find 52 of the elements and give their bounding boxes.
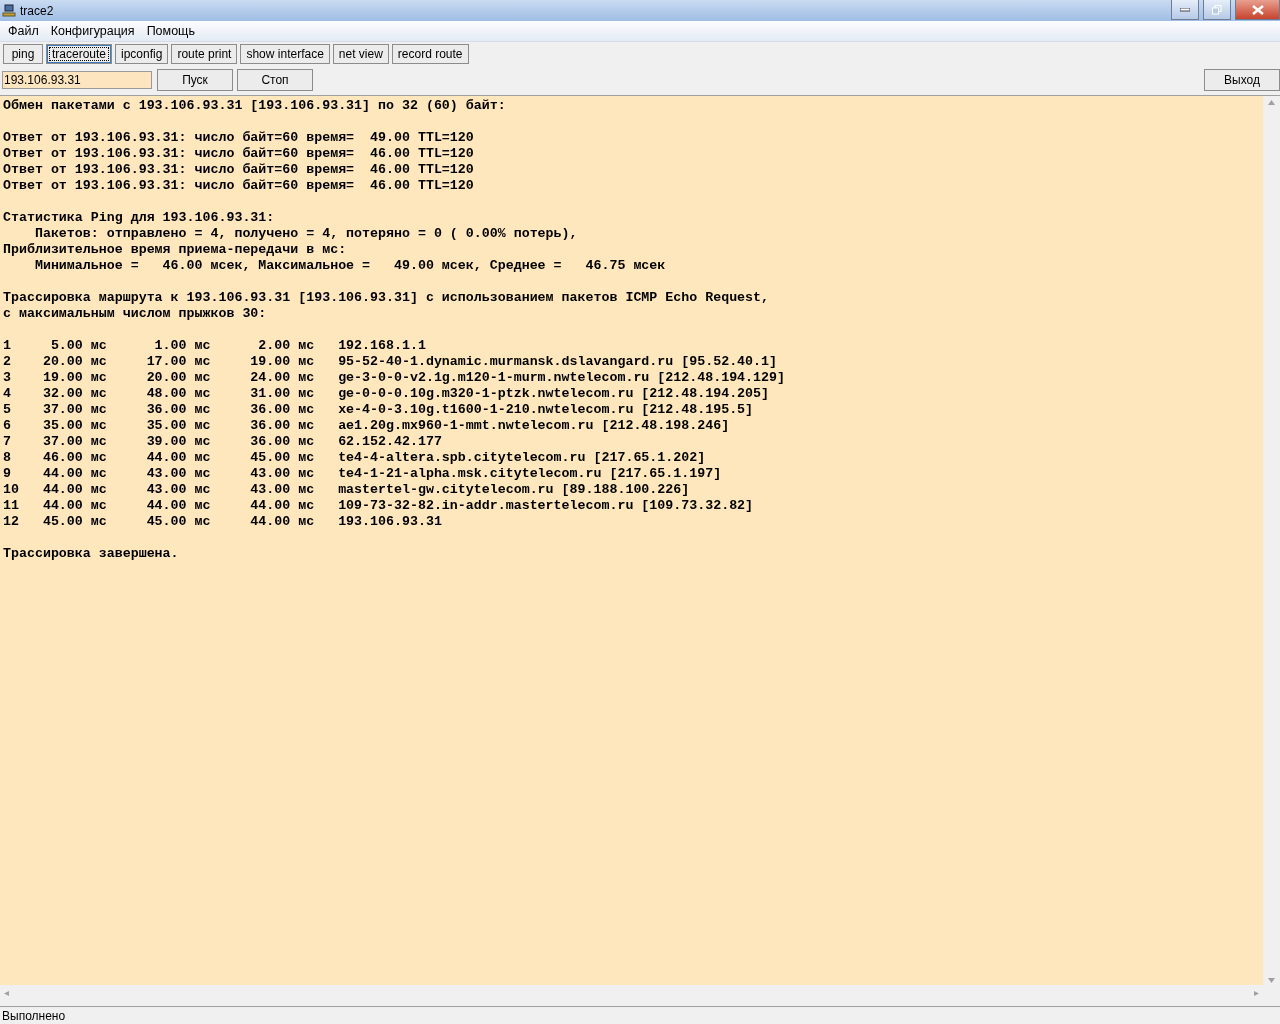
command-button[interactable]: ipconfig xyxy=(115,44,169,64)
status-text: Выполнено xyxy=(2,1008,66,1023)
command-button[interactable]: record route xyxy=(391,44,469,64)
output-line: 9 44.00 мс 43.00 мс 43.00 мс te4-1-21-alpha.msk.citytelecom.ru [217.65.1.197] xyxy=(3,466,723,482)
output-line: Ответ от 193.106.93.31: число байт=60 время= 46.00 TTL=120 xyxy=(3,146,475,162)
output-line: 1 5.00 мс 1.00 мс 2.00 мс 192.168.1.1 xyxy=(3,338,427,354)
output-line: Ответ от 193.106.93.31: число байт=60 время= 49.00 TTL=120 xyxy=(3,130,475,146)
output-line: с максимальным числом прыжков 30: xyxy=(3,306,268,322)
network-app-icon xyxy=(2,3,16,18)
start-button[interactable]: Пуск xyxy=(157,69,233,91)
command-button[interactable]: traceroute xyxy=(46,44,113,64)
output-line: Пакетов: отправлено = 4, получено = 4, потеряно = 0 ( 0.00% потерь), xyxy=(33,226,579,242)
scroll-up-icon[interactable] xyxy=(1268,100,1275,105)
command-button[interactable]: net view xyxy=(332,44,389,64)
output-line: Ответ от 193.106.93.31: число байт=60 время= 46.00 TTL=120 xyxy=(3,162,475,178)
command-button[interactable]: route print xyxy=(171,44,238,64)
output-line: Статистика Ping для 193.106.93.31: xyxy=(3,210,276,226)
output-line: 4 32.00 мс 48.00 мс 31.00 мс ge-0-0-0.10g.m320-1-ptzk.nwtelecom.ru [212.48.194.205] xyxy=(3,386,771,402)
window-title: trace2 xyxy=(20,3,55,18)
scroll-down-icon[interactable] xyxy=(1268,978,1275,983)
close-button[interactable] xyxy=(1235,0,1280,20)
command-button[interactable]: show interface xyxy=(240,44,330,64)
menu-item[interactable]: Помощь xyxy=(140,24,201,38)
minimize-button[interactable] xyxy=(1171,0,1199,20)
output-line: Трассировка завершена. xyxy=(3,546,180,562)
output-line: 3 19.00 мс 20.00 мс 24.00 мс ge-3-0-0-v2.1g.m120-1-murm.nwtelecom.ru [212.48.194.129] xyxy=(3,370,786,386)
menu-item[interactable]: Файл xyxy=(2,24,45,38)
output-line: Минимальное = 46.00 мсек, Максимальное = 49.00 мсек, Среднее = 46.75 мсек xyxy=(33,258,667,274)
scroll-left-icon[interactable] xyxy=(4,990,11,996)
output-line: 10 44.00 мс 43.00 мс 43.00 мс mastertel-gw.citytelecom.ru [89.188.100.226] xyxy=(3,482,691,498)
output-line: Трассировка маршрута к 193.106.93.31 [193.106.93.31] с использованием пакетов ICMP Echo Request, xyxy=(3,290,771,306)
close-icon xyxy=(1251,4,1264,15)
output-line: 5 37.00 мс 36.00 мс 36.00 мс xe-4-0-3.10g.t1600-1-210.nwtelecom.ru [212.48.195.5] xyxy=(3,402,755,418)
output-line: Ответ от 193.106.93.31: число байт=60 время= 46.00 TTL=120 xyxy=(3,178,475,194)
minimize-icon xyxy=(1180,7,1190,12)
restore-icon xyxy=(1212,4,1222,15)
output-line: 8 46.00 мс 44.00 мс 45.00 мс te4-4-altera.spb.citytelecom.ru [217.65.1.202] xyxy=(3,450,707,466)
output-line: Обмен пакетами с 193.106.93.31 [193.106.93.31] по 32 (60) байт: xyxy=(3,98,507,114)
output-line: 12 45.00 мс 45.00 мс 44.00 мс 193.106.93.31 xyxy=(3,514,443,530)
exit-button[interactable]: Выход xyxy=(1204,69,1280,91)
output-line: 11 44.00 мс 44.00 мс 44.00 мс 109-73-32-82.in-addr.mastertelecom.ru [109.73.32.82] xyxy=(3,498,755,514)
vertical-scrollbar[interactable] xyxy=(1263,96,1280,1001)
output-line: 6 35.00 мс 35.00 мс 36.00 мс ae1.20g.mx960-1-mmt.nwtelecom.ru [212.48.198.246] xyxy=(3,418,731,434)
output-line: Приблизительное время приема-передачи в мс: xyxy=(3,242,348,258)
command-button[interactable]: ping xyxy=(3,44,43,64)
menu-item[interactable]: Конфигурация xyxy=(44,24,141,38)
output-line: 7 37.00 мс 39.00 мс 36.00 мс 62.152.42.177 xyxy=(3,434,443,450)
scroll-right-icon[interactable] xyxy=(1252,990,1259,996)
restore-button[interactable] xyxy=(1203,0,1231,20)
host-input-field[interactable]: 193.106.93.31 xyxy=(2,71,152,89)
output-line: 2 20.00 мс 17.00 мс 19.00 мс 95-52-40-1.dynamic.murmansk.dslavangard.ru [95.52.40.1] xyxy=(3,354,778,370)
stop-button[interactable]: Стоп xyxy=(237,69,313,91)
